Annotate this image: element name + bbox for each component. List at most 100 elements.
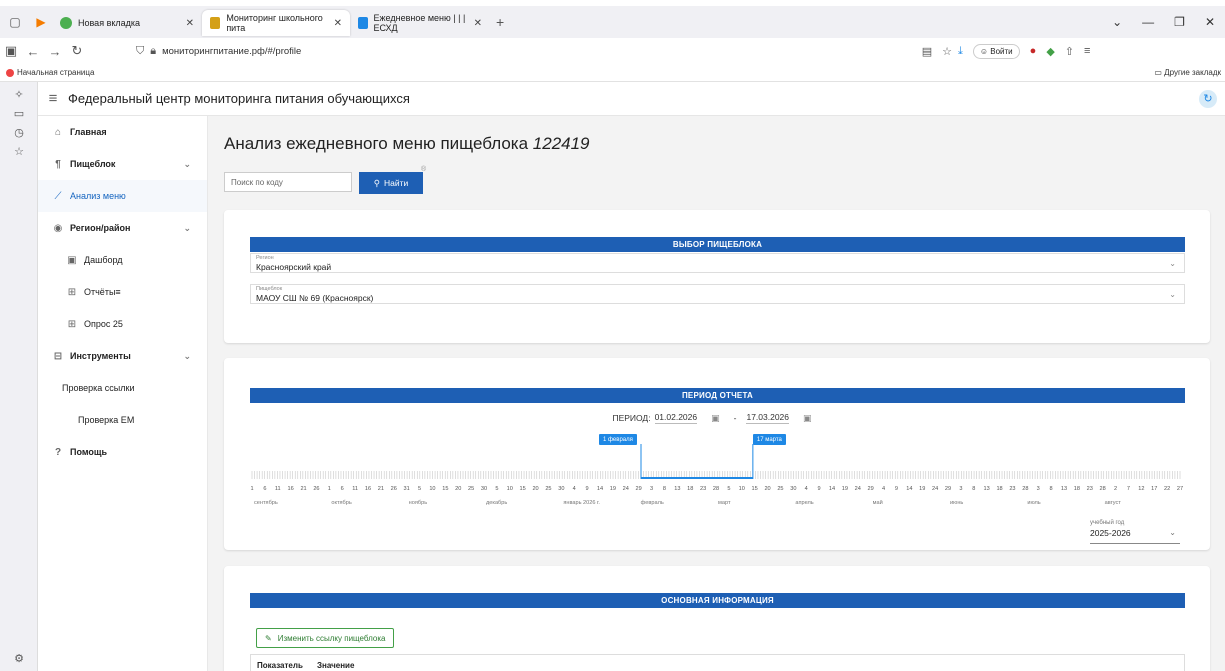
period-timeline[interactable]: 1 февраля 17 марта 1 6 11 16 21 26 1 6 11 16 21 26 3… [250,434,1185,514]
tab-monitoring[interactable]: Мониторинг школьного пита ✕ [202,10,350,36]
timeline-day-label: 15 [752,486,758,492]
timeline-day-label: 21 [300,486,306,492]
reload-icon[interactable]: ↻ [66,43,88,59]
sidebar-item-label: Проверка ссылки [62,383,135,393]
app-sidebar: ⌂ Главная ¶ Пищеблок ⌄ ⟋ Анализ меню ◉ Р… [38,116,208,671]
close-icon[interactable]: ✕ [328,18,342,29]
minimize-icon[interactable]: — [1142,15,1154,29]
school-year-select[interactable]: учебный год 2025-2026 ⌄ [1090,520,1180,544]
info-table-header: Показатель Значение [250,654,1185,671]
timeline-day-label: 25 [545,486,551,492]
timeline-day-label: 28 [1100,486,1106,492]
timeline-month-label: июль [1027,500,1040,506]
date-from-input[interactable]: 01.02.2026 [654,412,698,424]
sidebar-item-menu-analysis[interactable]: ⟋ Анализ меню [38,180,207,212]
timeline-day-label: 5 [495,486,498,492]
bookmark-other-folder[interactable]: ▭ Другие закладк [1154,68,1221,77]
date-to-input[interactable]: 17.03.2026 [746,412,790,424]
sidebar-item-check-em[interactable]: Проверка ЕМ [38,404,207,436]
cutlery-icon: ¶ [55,158,61,170]
edit-canteen-link-button[interactable]: ✎ Изменить ссылку пищеблока [256,628,395,648]
sidebar-toggle-icon[interactable]: ▶ [30,11,52,33]
browser-tab-strip: ▢ ▶ Новая вкладка ✕ Мониторинг школьного… [0,6,1225,38]
toolbox-icon: ⊟ [53,350,63,362]
download-icon[interactable]: ⤓ [958,45,963,58]
bookmarks-star-icon[interactable]: ☆ [0,145,38,158]
login-button[interactable]: ☺ Войти [972,43,1020,59]
timeline-month-label: январь 2026 г. [563,500,600,506]
shield-icon: ⛉ [136,44,145,57]
sidebar-item-region[interactable]: ◉ Регион/район ⌄ [38,212,207,244]
window-controls: ⌄ — ❐ ✕ [1112,15,1225,29]
forward-arrow-icon[interactable]: → [44,44,66,59]
timeline-day-label: 14 [597,486,603,492]
history-icon[interactable]: ◷ [0,126,38,139]
sidebar-item-dashboard[interactable]: ▣ Дашборд [38,244,207,276]
close-window-icon[interactable]: ✕ [1205,15,1215,29]
canteen-select[interactable]: Пищеблок МАОУ СШ № 69 (Красноярск) ⌄ [250,284,1185,304]
ai-sparkle-icon[interactable]: ✧ [0,88,38,101]
reader-mode-icon[interactable]: ▤ [922,45,932,58]
column-header-value: Значение [317,661,355,670]
calendar-icon[interactable]: ▣ [711,413,720,424]
timeline-day-label: 25 [468,486,474,492]
sidebar-item-survey[interactable]: ⊞ Опрос 25 [38,308,207,340]
timeline-day-label: 18 [1074,486,1080,492]
hamburger-menu-icon[interactable]: ≡ [38,90,68,107]
sidebar-item-label: Проверка ЕМ [78,415,135,425]
close-icon[interactable]: ✕ [180,18,194,29]
bookmarks-bar: Начальная страница ▭ Другие закладк [0,64,1225,82]
edit-button-label: Изменить ссылку пищеблока [277,633,386,643]
sidebar-item-home[interactable]: ⌂ Главная [38,116,207,148]
tab-overview-icon[interactable]: ▢ [4,11,26,33]
search-code-input[interactable] [224,172,352,192]
table-icon: ⊞ [67,318,77,330]
tab-new-tab[interactable]: Новая вкладка ✕ [52,10,202,36]
chevron-down-icon[interactable]: ⌄ [1112,15,1122,29]
page-title-text: Анализ ежедневного меню пищеблока [224,134,529,153]
new-tab-plus-icon[interactable]: + [496,14,504,30]
address-bar[interactable]: ⛉ 🔒︎ мониторингпитание.рф/#/profile ▤ ☆ [128,40,958,62]
timeline-day-label: 19 [919,486,925,492]
bookmark-home[interactable]: Начальная страница [6,68,94,77]
sidebar-item-label: Регион/район [70,223,131,233]
timeline-scale: 1 6 11 16 21 26 1 6 11 16 21 26 31 5 10 15 20 25 30 5 10 15 20… [250,444,1183,506]
pencil-icon: ✎ [265,633,272,643]
sidebar-panel-icon[interactable]: ▣ [0,43,22,59]
timeline-day-label: 10 [429,486,435,492]
sidebar-item-reports[interactable]: ⊞ Отчёты≡ [38,276,207,308]
period-row: ПЕРИОД: 01.02.2026 ▣ - 17.03.2026 ▣ [224,412,1210,424]
calendar-icon[interactable]: ▣ [803,413,812,424]
sidebar-item-label: Инструменты [70,351,131,361]
sidebar-item-check-link[interactable]: Проверка ссылки [38,372,207,404]
section-header: ОСНОВНАЯ ИНФОРМАЦИЯ [250,593,1185,608]
back-arrow-icon[interactable]: ← [22,44,44,59]
menu-icon[interactable]: ≡ [1084,45,1090,57]
share-icon[interactable]: ⇧ [1065,45,1074,58]
extension-icon-2[interactable]: ◆ [1046,45,1054,58]
extension-icon[interactable]: ● [1030,45,1037,57]
refresh-icon[interactable]: ↻ [1199,89,1217,108]
close-icon[interactable]: ✕ [468,18,482,29]
timeline-day-label: 14 [906,486,912,492]
timeline-day-label: 9 [818,486,821,492]
synced-tabs-icon[interactable]: ▭ [0,107,38,120]
region-select[interactable]: Регион Красноярский край ⌄ [250,253,1185,273]
timeline-day-label: 5 [727,486,730,492]
timeline-day-label: 4 [882,486,885,492]
timeline-day-label: 16 [288,486,294,492]
sidebar-item-canteen[interactable]: ¶ Пищеблок ⌄ [38,148,207,180]
timeline-day-label: 30 [558,486,564,492]
sidebar-item-tools[interactable]: ⊟ Инструменты ⌄ [38,340,207,372]
sidebar-item-label: Главная [70,127,107,137]
timeline-day-label: 6 [341,486,344,492]
maximize-icon[interactable]: ❐ [1174,15,1185,29]
search-button[interactable]: ⚲ Найти [359,172,423,194]
timeline-day-label: 29 [868,486,874,492]
bookmark-home-label: Начальная страница [17,68,95,77]
sidebar-item-help[interactable]: ? Помощь [38,436,207,468]
timeline-month-label: ноябрь [409,500,428,506]
tab-daily-menu[interactable]: Ежедневное меню | | | ЕСХД ✕ [350,10,490,36]
settings-gear-icon[interactable]: ⚙ [0,652,38,665]
bookmark-star-icon[interactable]: ☆ [942,45,952,58]
